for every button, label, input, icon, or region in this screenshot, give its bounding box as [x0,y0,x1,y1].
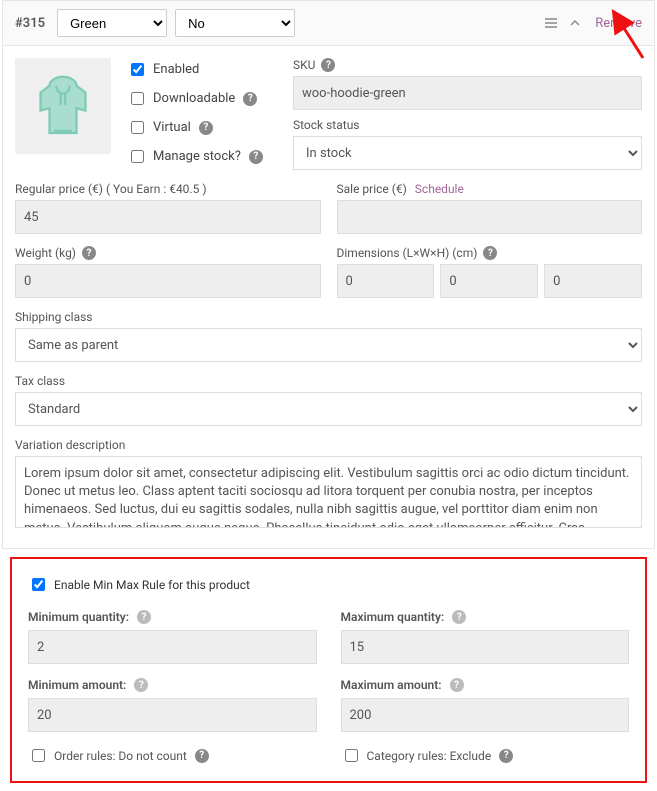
variation-attr2-select[interactable]: No [175,9,295,37]
regular-price-input[interactable] [15,200,321,234]
menu-icon[interactable] [543,15,559,31]
min-qty-label: Minimum quantity: [28,610,129,624]
help-icon: ? [243,92,257,106]
variation-image[interactable] [15,58,111,154]
help-icon: ? [483,246,497,260]
sale-price-label: Sale price (€) [337,182,407,196]
remove-link[interactable]: Remove [595,16,642,31]
help-icon: ? [321,58,335,72]
help-icon: ? [137,610,151,624]
min-amt-input[interactable] [28,698,317,732]
stock-status-label: Stock status [293,118,642,132]
weight-label: Weight (kg) [15,246,76,260]
stock-status-select[interactable]: In stock [293,136,642,170]
max-amt-input[interactable] [341,698,630,732]
regular-price-label: Regular price (€) ( You Earn : €40.5 ) [15,182,321,196]
shipping-class-label: Shipping class [15,310,642,324]
weight-input[interactable] [15,264,321,298]
tax-class-select[interactable]: Standard [15,392,642,426]
max-amt-label: Maximum amount: [341,678,442,692]
description-label: Variation description [15,438,642,452]
enabled-checkbox[interactable]: Enabled [127,60,277,79]
help-icon: ? [195,749,209,763]
variation-id: #315 [15,16,45,31]
schedule-link[interactable]: Schedule [415,182,464,196]
dim-w-input[interactable] [440,264,538,298]
virtual-checkbox[interactable]: Virtual? [127,118,277,137]
sale-price-input[interactable] [337,200,643,234]
help-icon: ? [199,121,213,135]
minmax-panel: Enable Min Max Rule for this product Min… [10,557,647,783]
order-rules-checkbox[interactable]: Order rules: Do not count? [28,746,317,765]
help-icon: ? [82,246,96,260]
dimensions-label: Dimensions (L×W×H) (cm) [337,246,478,260]
min-amt-label: Minimum amount: [28,678,126,692]
min-qty-input[interactable] [28,630,317,664]
collapse-icon[interactable] [567,15,583,31]
shipping-class-select[interactable]: Same as parent [15,328,642,362]
dim-h-input[interactable] [544,264,642,298]
variation-attr1-select[interactable]: Green [57,9,167,37]
sku-label: SKU [293,58,315,72]
help-icon: ? [450,678,464,692]
dim-l-input[interactable] [337,264,435,298]
tax-class-label: Tax class [15,374,642,388]
enable-minmax-checkbox[interactable]: Enable Min Max Rule for this product [28,575,629,594]
help-icon: ? [134,678,148,692]
max-qty-label: Maximum quantity: [341,610,445,624]
help-icon: ? [499,749,513,763]
max-qty-input[interactable] [341,630,630,664]
description-textarea[interactable] [15,456,642,528]
help-icon: ? [452,610,466,624]
sku-input[interactable] [293,76,642,110]
help-icon: ? [249,150,263,164]
manage-stock-checkbox[interactable]: Manage stock?? [127,147,277,166]
downloadable-checkbox[interactable]: Downloadable? [127,89,277,108]
category-rules-checkbox[interactable]: Category rules: Exclude? [341,746,630,765]
